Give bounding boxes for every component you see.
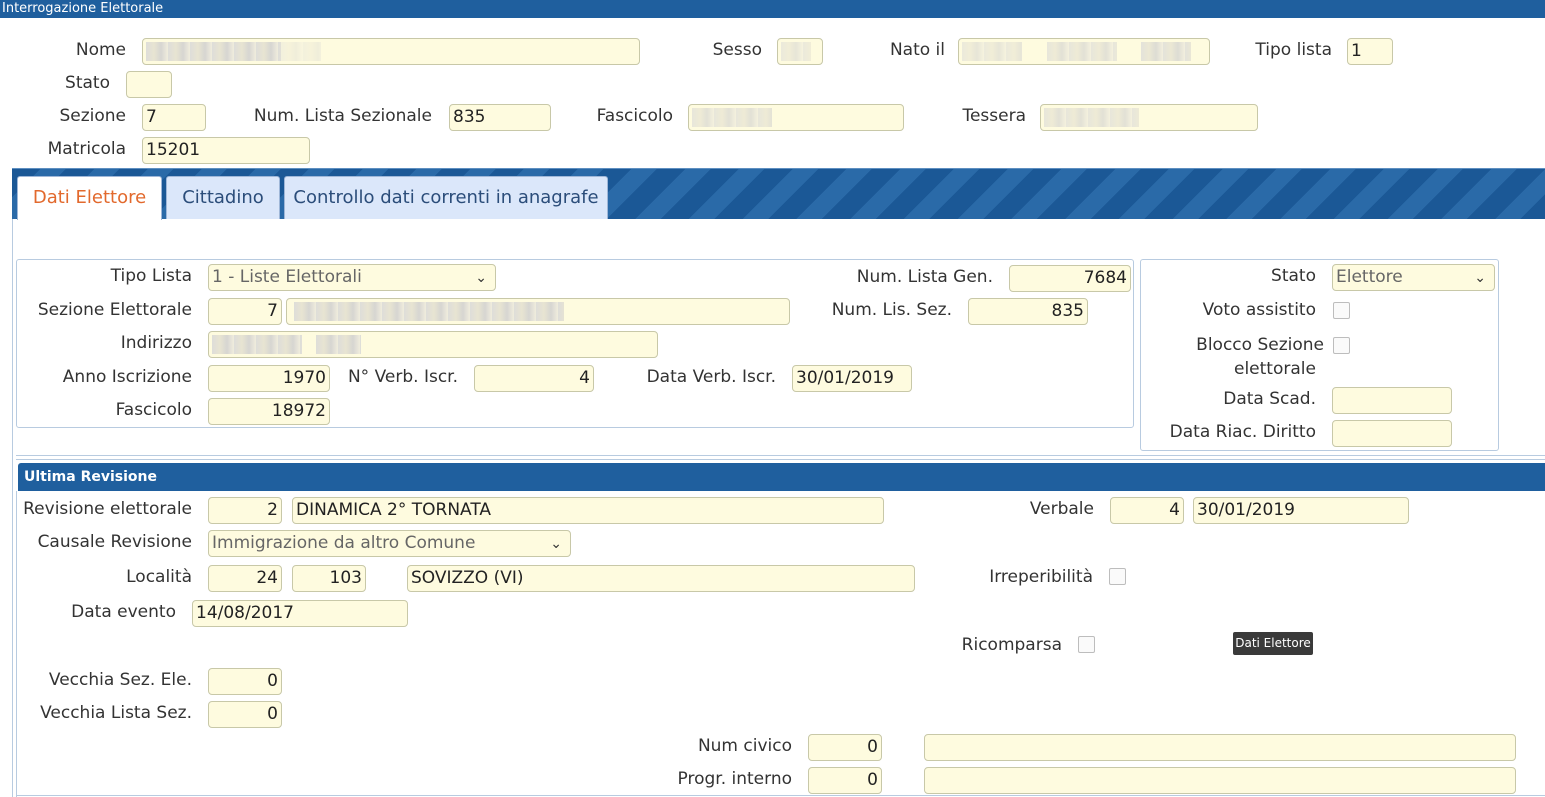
data-evento-label: Data evento xyxy=(71,602,176,622)
sezione-label: Sezione xyxy=(59,106,126,126)
num-lis-sez-label: Num. Lis. Sez. xyxy=(831,300,952,320)
content-frame-left xyxy=(12,219,13,797)
progr-interno-field[interactable]: 0 xyxy=(808,767,882,794)
data-scad-field[interactable] xyxy=(1332,387,1452,414)
causale-label: Causale Revisione xyxy=(37,532,192,552)
ricomparsa-checkbox[interactable] xyxy=(1078,636,1095,653)
chevron-down-icon: ⌄ xyxy=(475,270,487,286)
sesso-label: Sesso xyxy=(712,40,762,60)
data-riac-field[interactable] xyxy=(1332,420,1452,447)
num-lista-sezionale-label: Num. Lista Sezionale xyxy=(253,106,432,126)
localita-code1-field[interactable]: 24 xyxy=(208,565,282,592)
vecchia-lista-label: Vecchia Lista Sez. xyxy=(40,703,192,723)
stato-select-value: Elettore xyxy=(1336,267,1403,287)
indirizzo-field[interactable] xyxy=(208,331,658,358)
nome-field[interactable] xyxy=(142,38,640,65)
window-title: Interrogazione Elettorale xyxy=(0,0,1545,18)
tipo-lista-select[interactable]: 1 - Liste Elettorali ⌄ xyxy=(208,264,496,291)
tessera-label: Tessera xyxy=(962,106,1026,126)
verbale-num-field[interactable]: 4 xyxy=(1110,497,1184,524)
nato-il-label: Nato il xyxy=(889,40,945,60)
tessera-field[interactable] xyxy=(1040,104,1258,131)
stato-select[interactable]: Elettore ⌄ xyxy=(1332,264,1495,291)
irreperibilita-label: Irreperibilità xyxy=(989,567,1093,587)
fascicolo-field-2[interactable]: 18972 xyxy=(208,398,330,425)
nome-label: Nome xyxy=(75,40,126,60)
matricola-label: Matricola xyxy=(47,139,126,159)
verbale-label: Verbale xyxy=(1029,499,1094,519)
blocco-sezione-label-2: elettorale xyxy=(1234,359,1316,379)
indirizzo-label: Indirizzo xyxy=(120,333,192,353)
data-scad-label: Data Scad. xyxy=(1223,389,1316,409)
data-riac-label: Data Riac. Diritto xyxy=(1169,422,1316,442)
sesso-field[interactable] xyxy=(777,38,823,65)
tipo-lista-field[interactable]: 1 xyxy=(1347,38,1393,65)
vecchia-sez-label: Vecchia Sez. Ele. xyxy=(48,670,192,690)
section-divider xyxy=(16,455,1545,456)
tipo-lista-select-value: 1 - Liste Elettorali xyxy=(212,267,362,287)
num-lis-sez-field[interactable]: 835 xyxy=(968,298,1088,325)
chevron-down-icon: ⌄ xyxy=(1474,270,1486,286)
sezione-field[interactable]: 7 xyxy=(142,104,206,131)
fascicolo-field[interactable] xyxy=(688,104,904,131)
stato-label: Stato xyxy=(65,73,110,93)
matricola-field[interactable]: 15201 xyxy=(142,137,310,164)
num-civico-label: Num civico xyxy=(697,736,792,756)
data-verb-iscr-label: Data Verb. Iscr. xyxy=(646,367,776,387)
progr-interno-label: Progr. interno xyxy=(677,769,792,789)
tooltip-dati-elettore: Dati Elettore xyxy=(1233,632,1313,655)
num-civico-field[interactable]: 0 xyxy=(808,734,882,761)
blocco-sezione-label: Blocco Sezione xyxy=(1196,335,1324,355)
sezione-elettorale-desc-field[interactable] xyxy=(286,298,790,325)
causale-select[interactable]: Immigrazione da altro Comune ⌄ xyxy=(208,530,571,557)
sezione-elettorale-field[interactable]: 7 xyxy=(208,298,282,325)
revisione-label: Revisione elettorale xyxy=(23,499,192,519)
progr-interno-extra-field[interactable] xyxy=(924,767,1516,794)
revisione-frame-left xyxy=(16,491,17,797)
localita-code2-field[interactable]: 103 xyxy=(292,565,366,592)
num-civico-extra-field[interactable] xyxy=(924,734,1516,761)
chevron-down-icon: ⌄ xyxy=(550,536,562,552)
section-divider-2 xyxy=(16,459,1545,460)
anno-iscrizione-label: Anno Iscrizione xyxy=(62,367,192,387)
localita-name-field[interactable]: SOVIZZO (VI) xyxy=(407,565,915,592)
ricomparsa-label: Ricomparsa xyxy=(961,635,1062,655)
fascicolo-label: Fascicolo xyxy=(596,106,673,126)
verbale-data-field[interactable]: 30/01/2019 xyxy=(1193,497,1409,524)
causale-select-value: Immigrazione da altro Comune xyxy=(212,533,476,553)
fascicolo-label-2: Fascicolo xyxy=(115,400,192,420)
n-verb-iscr-label: N° Verb. Iscr. xyxy=(347,367,458,387)
tipo-lista-label: Tipo lista xyxy=(1255,40,1332,60)
num-lista-gen-label: Num. Lista Gen. xyxy=(856,267,993,287)
data-verb-iscr-field[interactable]: 30/01/2019 xyxy=(792,365,912,392)
blocco-sezione-checkbox[interactable] xyxy=(1333,337,1350,354)
n-verb-iscr-field[interactable]: 4 xyxy=(474,365,594,392)
localita-label: Località xyxy=(126,567,192,587)
revisione-num-field[interactable]: 2 xyxy=(208,497,282,524)
revisione-desc-field[interactable]: DINAMICA 2° TORNATA xyxy=(292,497,884,524)
stato-field[interactable] xyxy=(126,71,172,98)
tipo-lista-label-2: Tipo Lista xyxy=(110,266,192,286)
bottom-frame xyxy=(16,795,1545,796)
stato-label-2: Stato xyxy=(1271,266,1316,286)
vecchia-lista-field[interactable]: 0 xyxy=(208,701,282,728)
nato-il-field[interactable] xyxy=(958,38,1210,65)
vecchia-sez-field[interactable]: 0 xyxy=(208,668,282,695)
tab-controllo-anagrafe[interactable]: Controllo dati correnti in anagrafe xyxy=(284,176,608,219)
irreperibilita-checkbox[interactable] xyxy=(1109,568,1126,585)
tab-cittadino[interactable]: Cittadino xyxy=(166,176,280,219)
voto-assistito-checkbox[interactable] xyxy=(1333,302,1350,319)
data-evento-field[interactable]: 14/08/2017 xyxy=(192,600,408,627)
ultima-revisione-header: Ultima Revisione xyxy=(18,463,1545,491)
num-lista-sezionale-field[interactable]: 835 xyxy=(449,104,551,131)
tab-dati-elettore[interactable]: Dati Elettore xyxy=(17,176,162,220)
num-lista-gen-field[interactable]: 7684 xyxy=(1009,265,1131,292)
sezione-elettorale-label: Sezione Elettorale xyxy=(37,300,192,320)
voto-assistito-label: Voto assistito xyxy=(1202,300,1316,320)
anno-iscrizione-field[interactable]: 1970 xyxy=(208,365,330,392)
